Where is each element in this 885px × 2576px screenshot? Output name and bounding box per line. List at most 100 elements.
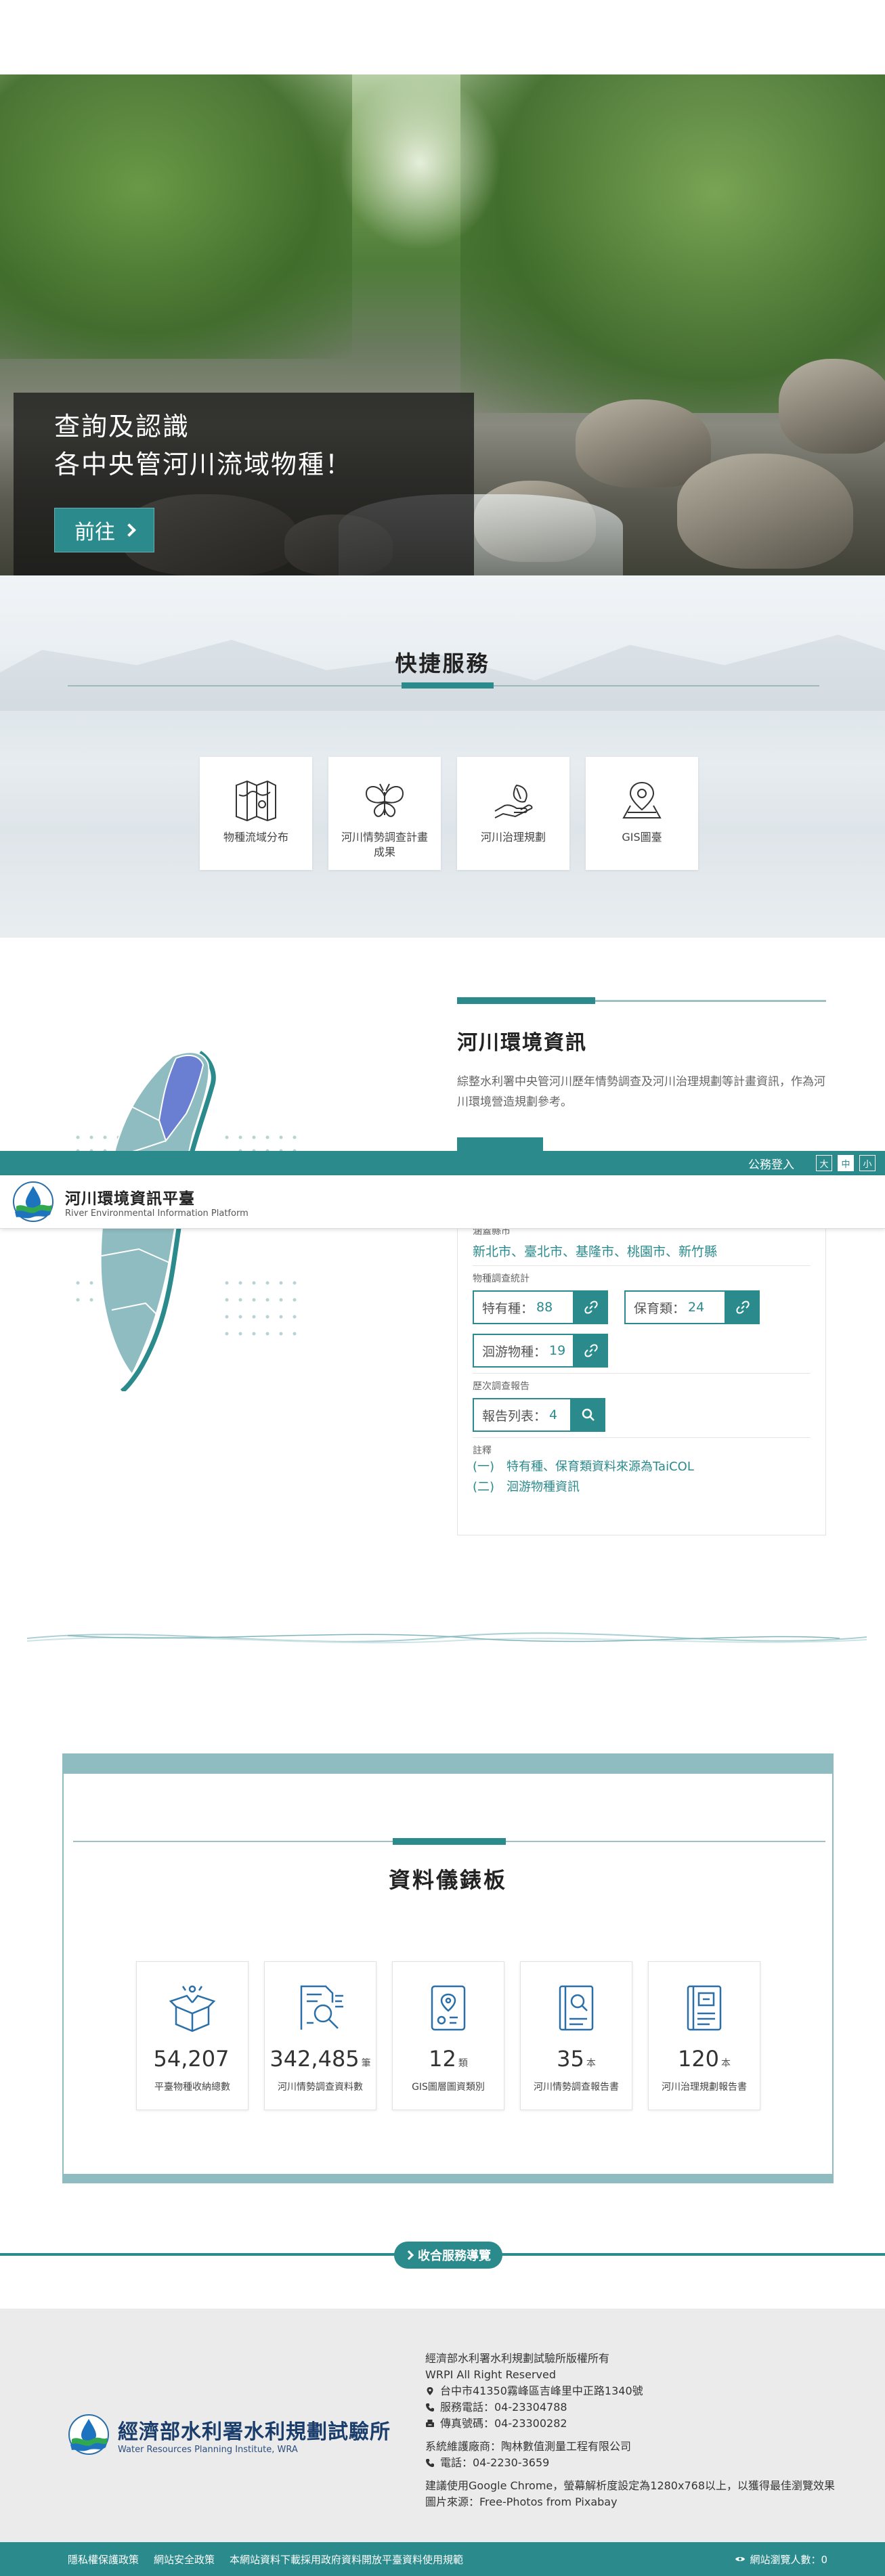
divider [473,1437,811,1438]
note-taicol-link[interactable]: (一) 特有種、保育類資料來源為TaiCOL [473,1457,811,1477]
hero-rock [576,399,711,487]
history-label: 歷次調查報告 [473,1381,530,1392]
dash-value: 12 [429,2046,456,2072]
dash-value: 342,485 [269,2046,360,2072]
footer-link-security[interactable]: 網站安全政策 [154,2552,215,2567]
map-icon [236,780,276,822]
env-title-accent [457,997,595,1004]
hero-line-2: 各中央管河川流域物種！ [54,450,353,479]
font-size-small-button[interactable]: 小 [859,1155,876,1171]
dash-value: 54,207 [153,2046,230,2072]
header-top-bar: 公務登入 大 中 小 [0,1151,885,1175]
combo-nav-toggle-button[interactable]: 收合服務導覽 [394,2242,502,2269]
phone-icon [426,2459,434,2467]
footer-address: 台中市41350霧峰區吉峰里中正路1340號 [440,2384,643,2397]
dashboard-top-band [64,1755,832,1774]
hero-sky [339,74,501,250]
footer-copyright: 經濟部水利署水利規劃試驗所版權所有 [425,2352,610,2365]
map-layer-icon [431,1985,466,2031]
footer-maintainer-phone: 電話：04-2230-3659 [440,2456,550,2469]
dash-value: 120 [677,2046,720,2072]
dash-caption: 河川治理規劃報告書 [662,2082,747,2093]
dashboard-title: 資料儀錶板 [388,1867,507,1893]
stat-protected-label: 保育類： [634,1301,686,1316]
hero-go-button[interactable]: 前往 [54,508,154,552]
dash-unit: 本 [586,2058,596,2069]
link-icon [584,1301,598,1314]
stat-endemic-link-button[interactable] [574,1290,608,1324]
footer: 經濟部水利署水利規劃試驗所 Water Resources Planning I… [0,2309,885,2542]
hero-forest-left [0,74,352,359]
site-header: 河川環境資訊平臺 River Environmental Information… [0,1175,885,1229]
data-search-icon [300,1985,343,2030]
report-search-icon [559,1985,594,2031]
quick-card-river-survey[interactable]: 河川情勢調查計畫成果 [328,757,441,870]
stat-migratory-link-button[interactable] [574,1334,608,1368]
dash-unit: 筆 [361,2058,371,2069]
river-env-title: 河川環境資訊 [457,1031,587,1055]
eye-icon [735,2557,746,2561]
report-icon [687,1985,722,2031]
map-pin-icon [622,781,662,818]
note-migratory-link[interactable]: (二) 洄游物種資訊 [473,1477,811,1498]
divider [473,1265,811,1266]
footer-browser-note: 建議使用Google Chrome，螢幕解析度設定為1280x768以上，以獲得… [425,2479,835,2492]
dash-unit: 類 [458,2058,468,2069]
quick-card-river-planning[interactable]: 河川治理規劃 [457,757,569,870]
footer-maintainer-phone-row: 電話：04-2230-3659 [425,2455,859,2471]
dash-caption: 河川情勢調查資料數 [278,2082,363,2093]
quick-services-veil [0,575,885,938]
report-list-value: 4 [549,1407,558,1422]
quick-card-species-distribution[interactable]: 物種流域分布 [200,757,312,870]
report-list: 報告列表： 4 [473,1398,605,1432]
combo-nav-label: 收合服務導覽 [418,2249,491,2263]
footer-link-open-data[interactable]: 本網站資料下載採用政府資料開放平臺資料使用規範 [230,2552,463,2567]
quick-card-label: GIS圖臺 [622,831,662,844]
footer-fax-row: 傳真號碼：04-23300282 [425,2416,859,2432]
title-accent [393,1838,506,1845]
stat-migratory-value: 19 [549,1343,566,1358]
footer-logo[interactable]: 經濟部水利署水利規劃試驗所 Water Resources Planning I… [68,2414,391,2455]
quick-card-label: 河川情勢調查計畫成果 [341,831,428,858]
footer-address-row: 台中市41350霧峰區吉峰里中正路1340號 [425,2383,859,2399]
wra-logo-icon [68,2414,109,2455]
stat-endemic: 特有種： 88 [473,1290,608,1324]
stat-endemic-value: 88 [536,1300,553,1315]
footer-info: 經濟部水利署水利規劃試驗所版權所有 WRPI All Right Reserve… [425,2351,859,2510]
hero-go-label: 前往 [74,521,115,544]
butterfly-icon [365,783,404,817]
fax-icon [426,2420,434,2427]
jurisdiction-cities: 新北市、臺北市、基隆市、桃園市、新竹縣 [473,1244,718,1259]
footer-link-privacy[interactable]: 隱私權保護政策 [68,2552,139,2567]
official-login-link[interactable]: 公務登入 [748,1155,794,1172]
hero-caption: 查詢及認識 各中央管河川流域物種！ 前往 [14,393,474,575]
footer-phone: 服務電話：04-23304788 [440,2401,567,2414]
site-name[interactable]: 河川環境資訊平臺 [65,1185,249,1208]
stat-protected-link-button[interactable] [726,1290,760,1324]
quick-card-gis[interactable]: GIS圖臺 [586,757,698,870]
footer-org-name-en: Water Resources Planning Institute, WRA [118,2444,298,2455]
site-logo-icon[interactable] [12,1181,54,1223]
quick-card-label: 物種流域分布 [223,831,288,844]
link-icon [584,1344,598,1357]
font-size-large-button[interactable]: 大 [816,1155,832,1171]
chevron-right-icon [123,523,136,537]
quick-services-title: 快捷服務 [395,651,490,676]
report-search-button[interactable] [571,1398,605,1432]
river-env-description: 綜整水利署中央管河川歷年情勢調查及河川治理規劃等計畫資訊，作為河川環境營造規劃參… [457,1075,825,1109]
search-icon [582,1408,595,1421]
dash-unit: 本 [721,2058,731,2069]
dash-card-species-total: 54,207 平臺物種收納總數 [136,1961,249,2110]
dash-caption: 平臺物種收納總數 [154,2082,230,2093]
river-env-panel: 涵蓋縣市 新北市、臺北市、基隆市、桃園市、新竹縣 物種調查統計 特有種： 88 保… [457,1212,826,1535]
font-size-medium-button[interactable]: 中 [838,1155,854,1171]
hero-rock [677,454,853,569]
dash-card-survey-records: 342,485 筆 河川情勢調查資料數 [264,1961,376,2110]
stat-protected: 保育類： 24 [624,1290,760,1324]
dash-caption: GIS圖層圖資類別 [412,2082,485,2093]
footer-fax: 傳真號碼：04-23300282 [440,2417,567,2430]
hero-banner: 查詢及認識 各中央管河川流域物種！ 前往 [0,74,885,575]
link-icon [736,1301,750,1314]
env-tab-accent [457,1137,543,1151]
divider [473,1373,811,1374]
